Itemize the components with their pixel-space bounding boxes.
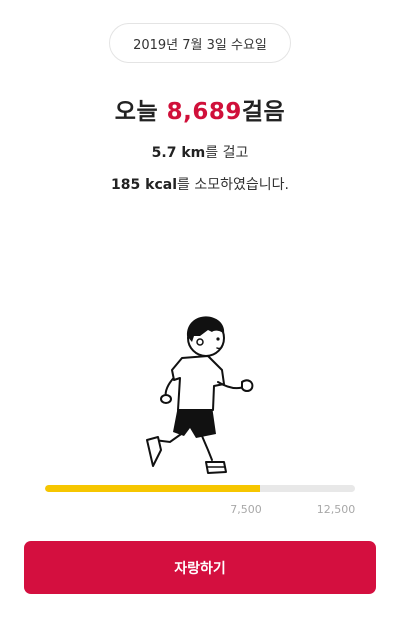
calorie-value: 185 kcal	[111, 177, 177, 193]
calorie-suffix: 를 소모하였습니다.	[177, 177, 289, 193]
date-label: 2019년 7월 3일 수요일	[133, 37, 267, 53]
headline-prefix: 오늘	[114, 99, 167, 125]
progress-tick-label: 12,500	[316, 503, 356, 516]
step-progress-bar	[45, 485, 355, 492]
headline-suffix: 걸음	[241, 99, 286, 125]
step-count-value: 8,689	[166, 99, 242, 125]
step-count-headline: 오늘 8,689걸음	[0, 92, 400, 126]
progress-tick-label: 7,500	[230, 503, 262, 516]
step-progress-fill	[45, 485, 261, 492]
distance-suffix: 를 걸고	[205, 145, 249, 161]
share-button[interactable]: 자랑하기	[24, 541, 376, 594]
date-pill: 2019년 7월 3일 수요일	[109, 23, 291, 63]
distance-value: 5.7 km	[151, 145, 206, 161]
running-boy-illustration	[146, 316, 254, 474]
calorie-stat: 185 kcal를 소모하였습니다.	[0, 174, 400, 194]
distance-stat: 5.7 km를 걸고	[0, 142, 400, 162]
